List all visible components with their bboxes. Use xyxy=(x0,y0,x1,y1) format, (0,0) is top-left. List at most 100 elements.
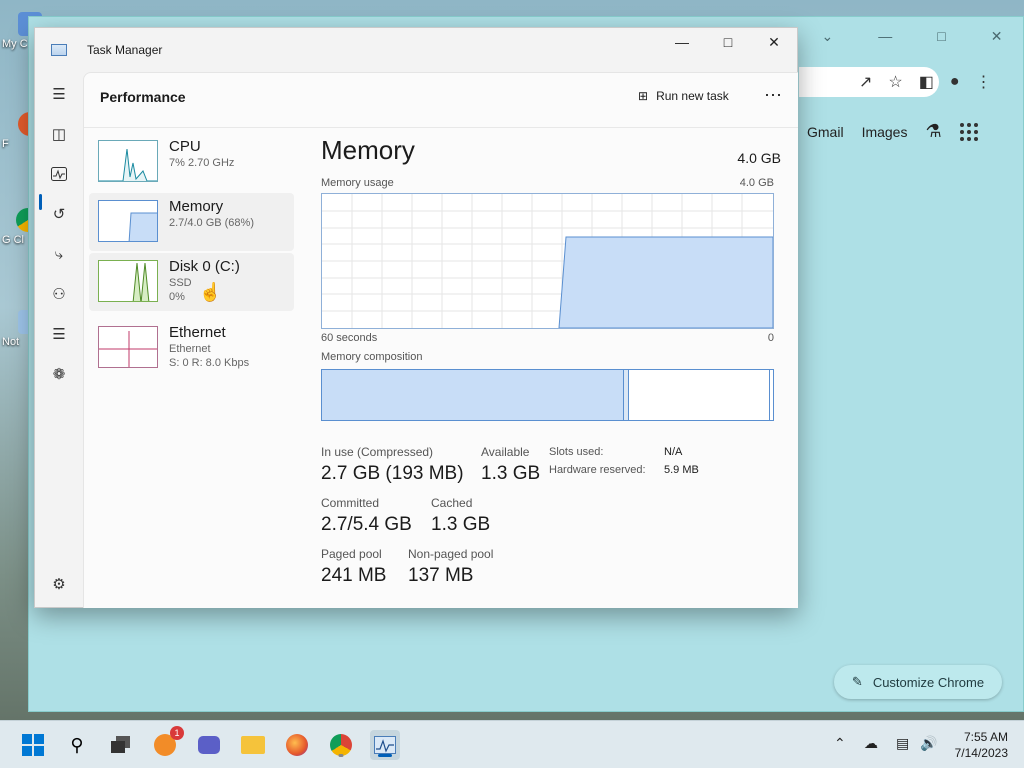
maximize-button[interactable]: □ xyxy=(705,28,751,56)
menu-icon[interactable]: ⋮ xyxy=(976,72,992,92)
pencil-icon: ✎ xyxy=(851,674,863,689)
task-view-icon[interactable] xyxy=(106,730,136,760)
star-icon[interactable]: ☆ xyxy=(888,72,902,92)
non-paged-pool-label: Non-paged pool xyxy=(408,547,494,561)
resource-detail-2: S: 0 R: 8.0 Kbps xyxy=(169,357,250,369)
teams-chat-icon[interactable] xyxy=(194,730,224,760)
available-label: Available xyxy=(481,445,530,459)
firefox-icon[interactable] xyxy=(282,730,312,760)
users-icon[interactable]: ⚇ xyxy=(45,280,73,308)
usage-label: Memory usage xyxy=(321,177,394,189)
gmail-link[interactable]: Gmail xyxy=(807,124,844,140)
detail-title: Memory xyxy=(321,135,415,165)
cached-label: Cached xyxy=(431,496,473,510)
cpu-thumbnail xyxy=(98,140,158,182)
minimize-icon[interactable]: — xyxy=(878,28,892,44)
resource-cpu[interactable]: CPU 7% 2.70 GHz xyxy=(89,133,294,191)
slots-used-value: N/A xyxy=(664,446,683,458)
notification-badge: 1 xyxy=(170,726,184,740)
widgets-icon[interactable]: 1 xyxy=(150,726,184,760)
memory-usage-graph xyxy=(321,193,774,329)
task-manager-taskbar-icon[interactable] xyxy=(370,730,400,760)
apps-icon[interactable] xyxy=(959,122,978,141)
resource-detail: 2.7/4.0 GB (68%) xyxy=(169,217,254,229)
maximize-icon[interactable]: □ xyxy=(937,28,945,44)
resource-detail: SSD xyxy=(169,277,192,289)
in-use-label: In use (Compressed) xyxy=(321,445,434,459)
ethernet-thumbnail xyxy=(98,326,158,368)
task-manager-titlebar[interactable]: Task Manager — □ ✕ xyxy=(35,28,797,72)
hand-cursor-icon: ☝ xyxy=(199,282,222,302)
resource-detail: 7% 2.70 GHz xyxy=(169,157,235,169)
memory-composition-bar[interactable] xyxy=(321,369,774,421)
clock-time: 7:55 AM xyxy=(963,730,1008,744)
paged-pool-label: Paged pool xyxy=(321,547,382,561)
axis-left-label: 60 seconds xyxy=(321,332,378,344)
nav-rail: ☰ ◫ ↺ ⤷ ⚇ ☰ ❁ ⚙ xyxy=(35,72,83,608)
customize-chrome-button[interactable]: ✎ Customize Chrome xyxy=(834,665,1002,699)
details-icon[interactable]: ☰ xyxy=(45,320,73,348)
run-task-icon: ⊞ xyxy=(638,89,649,103)
window-title: Task Manager xyxy=(87,43,163,57)
sidepanel-icon[interactable]: ◧ xyxy=(919,72,934,92)
resource-name: Memory xyxy=(169,198,224,215)
composition-free-boundary xyxy=(769,370,770,420)
hardware-reserved-label: Hardware reserved: xyxy=(549,464,646,476)
close-icon[interactable]: ✕ xyxy=(991,28,1003,45)
cached-value: 1.3 GB xyxy=(431,514,491,535)
resource-memory[interactable]: Memory 2.7/4.0 GB (68%) xyxy=(89,193,294,251)
nav-active-indicator xyxy=(39,194,42,210)
resource-detail-2: 0% xyxy=(169,291,185,303)
committed-value: 2.7/5.4 GB xyxy=(321,514,412,535)
hardware-reserved-value: 5.9 MB xyxy=(664,464,699,476)
chevron-down-icon[interactable]: ⌄ xyxy=(822,28,834,45)
share-icon[interactable]: ↗ xyxy=(859,72,872,92)
resource-name: Ethernet xyxy=(169,324,226,341)
file-explorer-icon[interactable] xyxy=(238,730,268,760)
google-links: Gmail Images ⚗ xyxy=(807,121,978,142)
search-icon[interactable]: ⚲ xyxy=(62,730,92,760)
paged-pool-value: 241 MB xyxy=(321,565,387,586)
chrome-taskbar-icon[interactable] xyxy=(326,730,356,760)
resource-ethernet[interactable]: Ethernet Ethernet S: 0 R: 8.0 Kbps xyxy=(89,319,294,377)
images-link[interactable]: Images xyxy=(862,124,908,140)
page-title: Performance xyxy=(100,89,186,105)
startup-apps-icon[interactable]: ⤷ xyxy=(45,240,73,268)
settings-gear-icon[interactable]: ⚙ xyxy=(45,570,73,598)
resource-name: CPU xyxy=(169,138,201,155)
composition-label: Memory composition xyxy=(321,351,423,363)
services-icon[interactable]: ❁ xyxy=(45,360,73,388)
disk-thumbnail xyxy=(98,260,158,302)
profile-icon[interactable]: ● xyxy=(950,73,960,91)
clock-date: 7/14/2023 xyxy=(954,746,1008,760)
labs-icon[interactable]: ⚗ xyxy=(925,121,941,142)
resource-name: Disk 0 (C:) xyxy=(169,258,240,275)
start-button[interactable] xyxy=(18,730,48,760)
minimize-button[interactable]: — xyxy=(659,28,705,56)
processes-icon[interactable]: ◫ xyxy=(45,120,73,148)
axis-right-label: 0 xyxy=(767,332,774,344)
run-new-task-button[interactable]: ⊞ Run new task xyxy=(638,89,729,103)
task-manager-icon xyxy=(51,44,67,56)
resource-disk[interactable]: Disk 0 (C:) SSD 0% xyxy=(89,253,294,311)
more-options-button[interactable]: ⋯ xyxy=(764,85,783,106)
hamburger-menu-icon[interactable]: ☰ xyxy=(45,80,73,108)
taskbar: ⚲ 1 ⌃ ☁ ▤ 🔊 7:55 AM 7/14/2023 xyxy=(0,720,1024,768)
memory-thumbnail xyxy=(98,200,158,242)
app-history-icon[interactable]: ↺ xyxy=(45,200,73,228)
cloud-icon[interactable]: ☁ xyxy=(864,735,878,752)
in-use-value: 2.7 GB (193 MB) xyxy=(321,463,464,484)
chevron-up-icon[interactable]: ⌃ xyxy=(834,735,846,752)
chrome-toolbar: ↗ ☆ ◧ ● ⋮ xyxy=(799,67,1024,97)
slots-used-label: Slots used: xyxy=(549,446,604,458)
header-divider xyxy=(84,127,798,128)
close-button[interactable]: ✕ xyxy=(751,28,797,56)
performance-icon[interactable] xyxy=(45,160,73,188)
volume-icon[interactable]: 🔊 xyxy=(920,735,937,752)
composition-modified xyxy=(624,370,629,420)
performance-page: Performance ⊞ Run new task ⋯ CPU 7% 2.70… xyxy=(83,72,798,608)
task-manager-window[interactable]: Task Manager — □ ✕ ☰ ◫ ↺ ⤷ ⚇ ☰ ❁ ⚙ Perfo… xyxy=(34,27,798,608)
available-value: 1.3 GB xyxy=(481,463,541,484)
network-icon[interactable]: ▤ xyxy=(896,735,909,752)
system-clock[interactable]: 7:55 AM 7/14/2023 xyxy=(948,729,1008,761)
